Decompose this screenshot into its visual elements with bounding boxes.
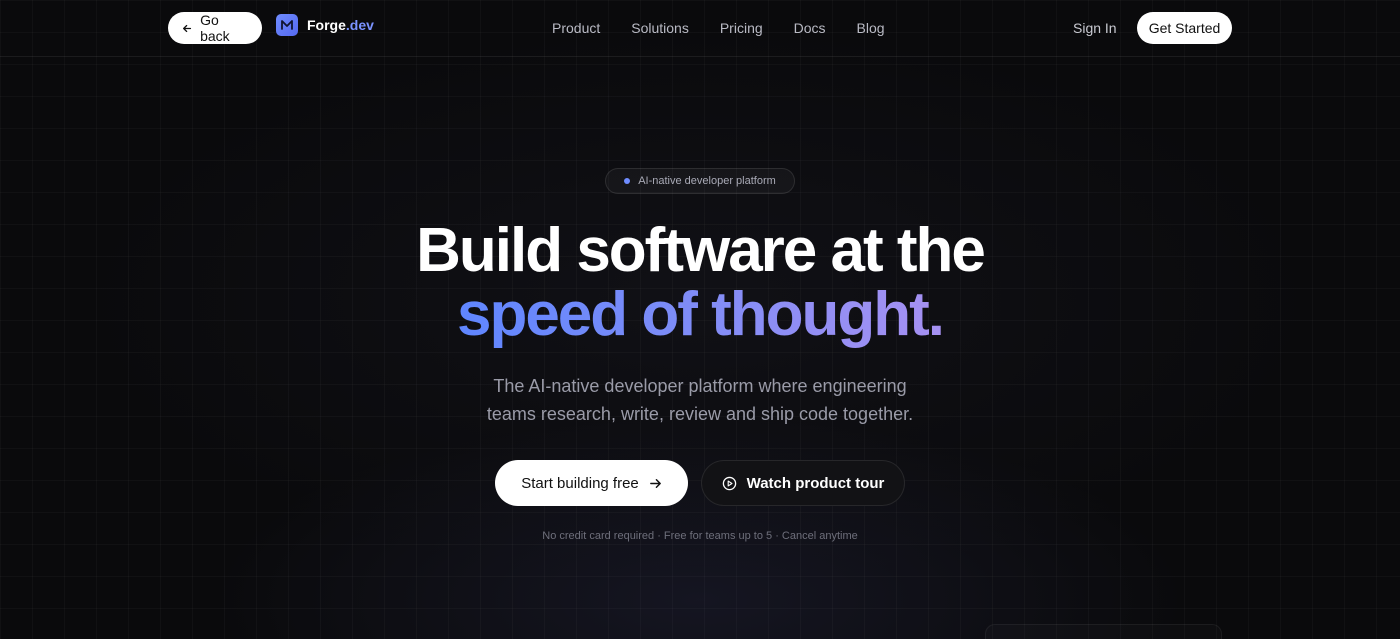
sign-in-link[interactable]: Sign In [1073,20,1117,36]
hero-title-highlight: speed of thought. [456,280,945,349]
get-started-button[interactable]: Get Started [1137,12,1232,44]
hero-badge-label: AI-native developer platform [638,175,776,187]
nav-item-pricing[interactable]: Pricing [720,20,763,36]
start-building-button[interactable]: Start building free [495,460,688,506]
brand-logo[interactable]: Forge .dev [276,14,374,36]
nav-item-blog[interactable]: Blog [857,20,885,36]
brand-name-accent: .dev [345,17,374,33]
hero-title-line2: speed of thought. [0,284,1400,346]
hero-title-line1: Build software at the [416,216,986,285]
nav-item-product[interactable]: Product [552,20,600,36]
go-back-button[interactable]: Go back [168,12,262,44]
m-logo-icon [276,14,298,36]
brand-name-main: Forge [307,17,346,33]
top-nav-bar: Go back Forge .dev Product Solutions Pric… [0,0,1400,57]
main-nav: Product Solutions Pricing Docs Blog [552,20,885,36]
dot-icon [624,178,631,184]
arrow-left-icon [183,24,192,32]
go-back-label: Go back [200,12,230,44]
arrow-right-icon [649,478,661,488]
play-circle-icon [722,476,736,490]
nav-item-docs[interactable]: Docs [794,20,826,36]
landing-page: Go back Forge .dev Product Solutions Pric… [0,0,1400,639]
nav-item-solutions[interactable]: Solutions [631,20,689,36]
hero-subtitle-line1: The AI-native developer platform where e… [493,376,907,396]
hero-subtitle-line2: teams research, write, review and ship c… [486,404,914,424]
hero-fineprint: No credit card required · Free for teams… [542,530,858,542]
watch-tour-label: Watch product tour [746,474,885,492]
start-building-label: Start building free [521,474,639,492]
brand-name: Forge .dev [307,17,374,33]
preview-card-edge [985,624,1222,639]
hero-badge: AI-native developer platform [605,168,795,194]
watch-tour-button[interactable]: Watch product tour [701,460,905,506]
